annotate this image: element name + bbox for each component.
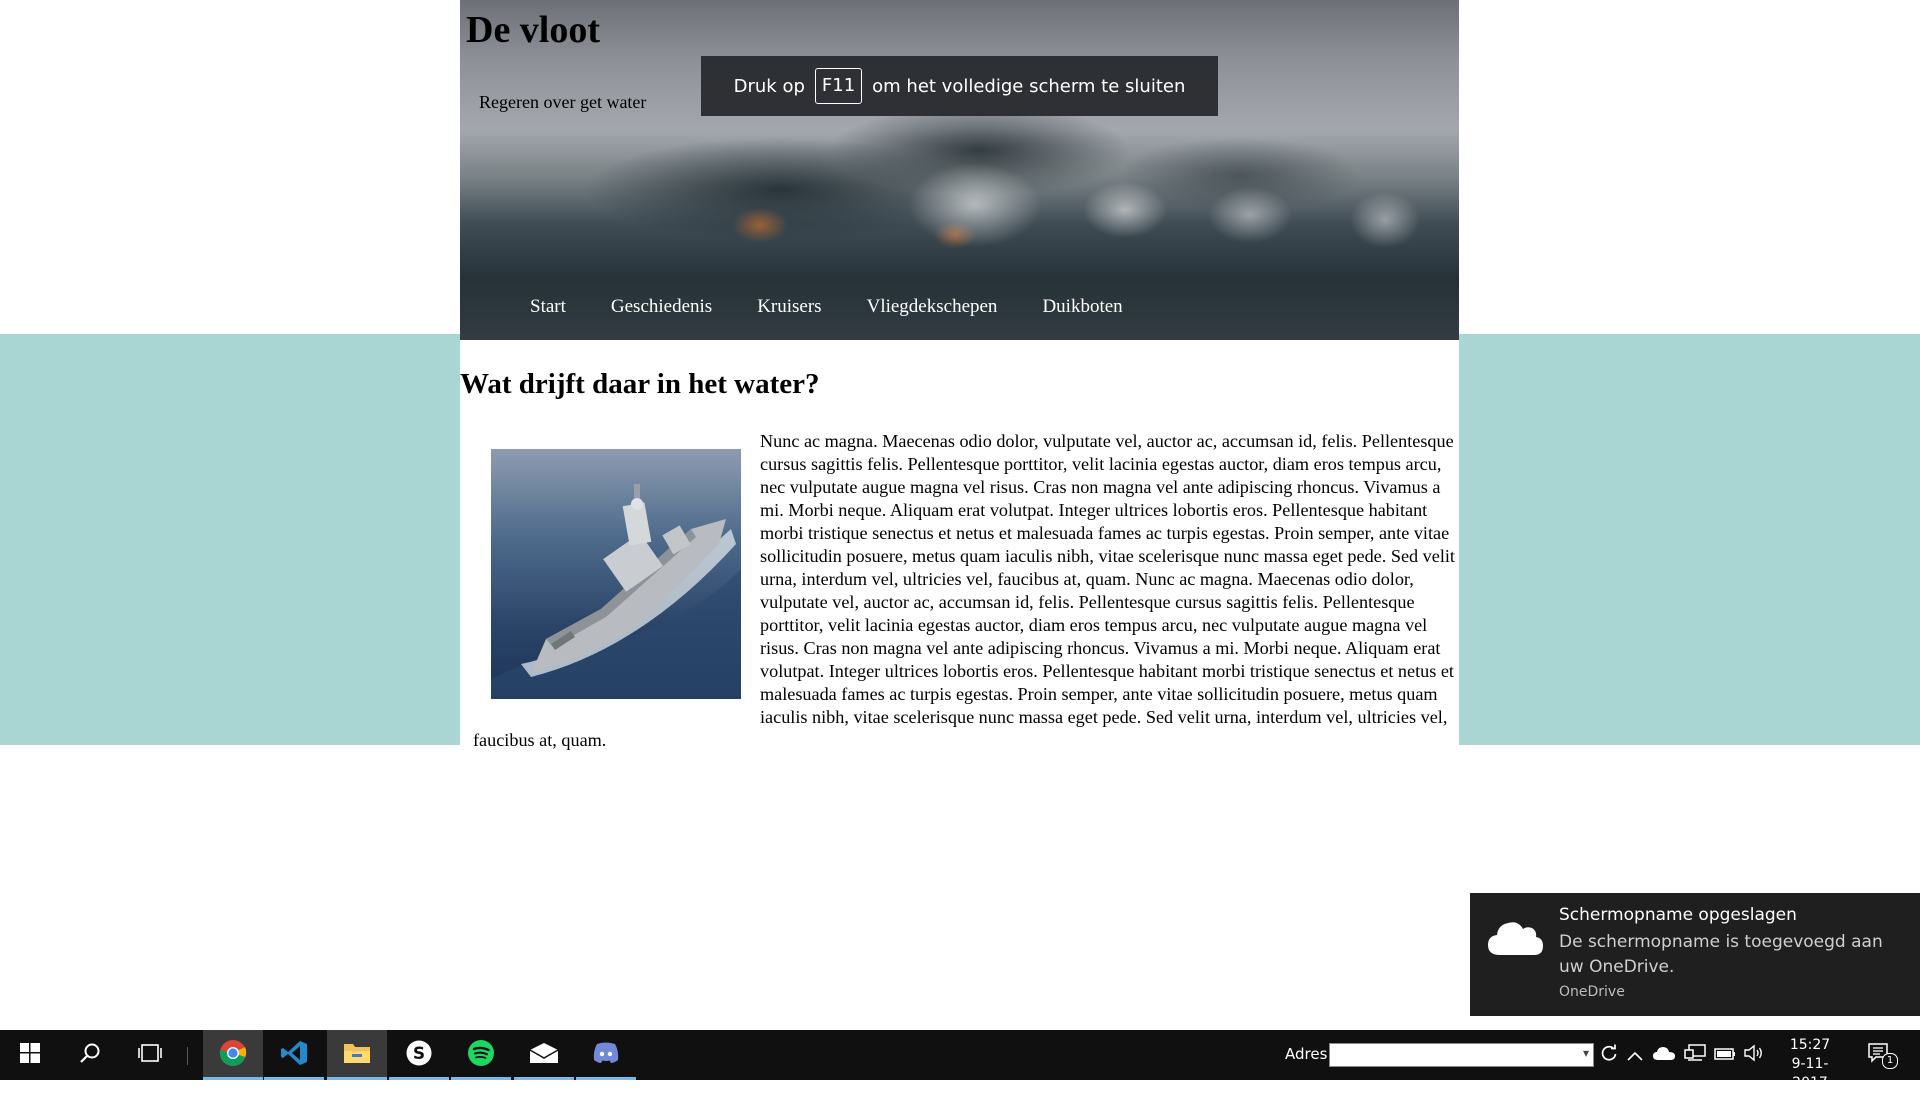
mail-icon [529,1042,559,1068]
search-icon [79,1042,101,1068]
nav-link-kruisers[interactable]: Kruisers [757,296,821,318]
windows-icon [20,1043,40,1067]
address-toolbar-label: Adres [1285,1045,1328,1063]
notification-body: De schermopname is toegevoegd aan uw One… [1559,932,1883,977]
nav-link-vliegdekschepen[interactable]: Vliegdekschepen [867,296,998,318]
nav-link-geschiedenis[interactable]: Geschiedenis [611,296,712,318]
address-input[interactable]: ▾ [1329,1043,1594,1067]
refresh-icon [1600,1044,1618,1066]
f11-key-label: F11 [814,68,863,104]
volume-icon [1743,1044,1765,1066]
toast-text-after: om het volledige scherm te sluiten [872,75,1186,97]
notification-center-icon: 1 [1867,1042,1898,1069]
fullscreen-exit-toast: Druk op F11 om het volledige scherm te s… [701,56,1218,116]
tray-network[interactable] [1683,1044,1707,1066]
search-button[interactable] [60,1030,120,1080]
network-icon [1684,1044,1706,1066]
taskbar-app-mail[interactable] [514,1030,574,1080]
notification-count-badge: 1 [1882,1053,1898,1069]
taskbar-app-chrome[interactable] [203,1030,263,1080]
cloud-icon [1486,917,1544,961]
chevron-down-icon[interactable]: ▾ [1583,1046,1589,1060]
vscode-icon [280,1039,308,1071]
taskbar-separator [187,1047,188,1065]
taskbar-clock[interactable]: 15:27 9-11-2017 [1775,1036,1845,1093]
tray-onedrive[interactable] [1651,1045,1677,1065]
start-button[interactable] [0,1030,60,1080]
clock-date: 9-11-2017 [1791,1056,1829,1091]
onedrive-cloud-icon [1652,1045,1676,1065]
main-heading: Wat drijft daar in het water? [460,368,820,400]
clock-time: 15:27 [1789,1037,1831,1053]
toast-text-before: Druk op [733,75,805,97]
site-title: De vloot [466,9,601,51]
site-header: De vloot Regeren over get water Druk op … [460,0,1459,340]
discord-icon [592,1041,620,1069]
folder-icon [343,1041,371,1069]
notification-source: OneDrive [1559,984,1625,1000]
taskbar-app-spotify[interactable] [451,1030,511,1080]
refresh-button[interactable] [1597,1043,1621,1067]
nav-link-duikboten[interactable]: Duikboten [1042,296,1122,318]
taskbar: S Adres ▾ 15:27 9-11-2017 1 [0,1030,1920,1091]
article-paragraph: Nunc ac magna. Maecenas odio dolor, vulp… [473,430,1458,752]
tray-volume[interactable] [1742,1044,1766,1066]
main-nav: Start Geschiedenis Kruisers Vliegdeksche… [530,296,1123,318]
show-hidden-icons-button[interactable] [1625,1045,1645,1065]
site-subtitle: Regeren over get water [479,92,647,112]
chrome-icon [219,1039,247,1071]
battery-icon [1714,1046,1736,1065]
onedrive-notification[interactable]: Schermopname opgeslagen De schermopname … [1470,893,1920,1016]
skype-icon: S [405,1039,433,1071]
svg-text:S: S [413,1044,425,1064]
spotify-icon [467,1039,495,1071]
nav-link-start[interactable]: Start [530,296,566,318]
task-view-icon [138,1043,162,1067]
taskbar-app-vscode[interactable] [264,1030,324,1080]
task-view-button[interactable] [120,1030,180,1080]
page-container: De vloot Regeren over get water Druk op … [460,0,1459,750]
taskbar-app-skype[interactable]: S [389,1030,449,1080]
taskbar-app-file-explorer[interactable] [327,1030,387,1080]
tray-battery[interactable] [1713,1045,1737,1065]
notification-title: Schermopname opgeslagen [1559,905,1797,925]
taskbar-app-discord[interactable] [576,1030,636,1080]
chevron-up-icon [1627,1046,1643,1065]
action-center-button[interactable]: 1 [1864,1042,1900,1069]
